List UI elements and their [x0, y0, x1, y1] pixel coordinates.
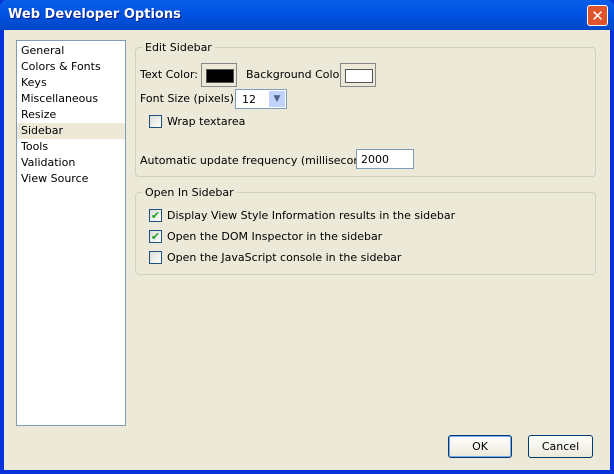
wrap-textarea-label: Wrap textarea	[167, 115, 246, 128]
title-bar[interactable]: Web Developer Options ✕	[0, 0, 614, 30]
text-color-label: Text Color:	[140, 68, 198, 81]
font-size-select[interactable]: 12 ▼	[235, 89, 287, 109]
group-legend: Edit Sidebar	[145, 41, 212, 54]
sidebar-item-sidebar[interactable]: Sidebar	[17, 123, 125, 139]
open-option-label: Open the DOM Inspector in the sidebar	[167, 230, 383, 243]
close-button[interactable]: ✕	[587, 5, 608, 26]
dialog-window: Web Developer Options ✕ General Colors & …	[0, 0, 614, 474]
update-frequency-value: 2000	[361, 153, 389, 166]
open-option-checkbox[interactable]: ✔	[149, 230, 162, 243]
group-legend: Open In Sidebar	[145, 186, 234, 199]
font-size-value: 12	[242, 93, 256, 106]
update-frequency-input[interactable]: 2000	[356, 149, 414, 169]
sidebar-item-view-source[interactable]: View Source	[17, 171, 125, 187]
window-title: Web Developer Options	[8, 7, 181, 22]
sidebar-item-colors-fonts[interactable]: Colors & Fonts	[17, 59, 125, 75]
open-option-label: Open the JavaScript console in the sideb…	[167, 251, 402, 264]
dialog-body: General Colors & Fonts Keys Miscellaneous Re…	[4, 30, 610, 470]
chevron-down-icon[interactable]: ▼	[269, 91, 285, 107]
open-option-label: Display View Style Information results i…	[167, 209, 456, 222]
sidebar-item-validation[interactable]: Validation	[17, 155, 125, 171]
background-color-button[interactable]	[340, 63, 376, 87]
sidebar-item-general[interactable]: General	[17, 43, 125, 59]
ok-button[interactable]: OK	[448, 435, 512, 458]
wrap-textarea-checkbox[interactable]	[149, 115, 162, 128]
update-frequency-label: Automatic update frequency (milliseconds…	[140, 154, 382, 167]
open-option-checkbox[interactable]: ✔	[149, 209, 162, 222]
text-color-button[interactable]	[201, 63, 237, 87]
background-color-label: Background Color:	[246, 68, 348, 81]
text-color-swatch	[206, 69, 234, 83]
category-list[interactable]: General Colors & Fonts Keys Miscellaneous Re…	[16, 40, 126, 426]
cancel-button[interactable]: Cancel	[528, 435, 593, 458]
open-option-checkbox[interactable]	[149, 251, 162, 264]
sidebar-item-keys[interactable]: Keys	[17, 75, 125, 91]
sidebar-item-resize[interactable]: Resize	[17, 107, 125, 123]
sidebar-item-tools[interactable]: Tools	[17, 139, 125, 155]
background-color-swatch	[345, 69, 373, 83]
font-size-label: Font Size (pixels):	[140, 92, 238, 105]
sidebar-item-miscellaneous[interactable]: Miscellaneous	[17, 91, 125, 107]
